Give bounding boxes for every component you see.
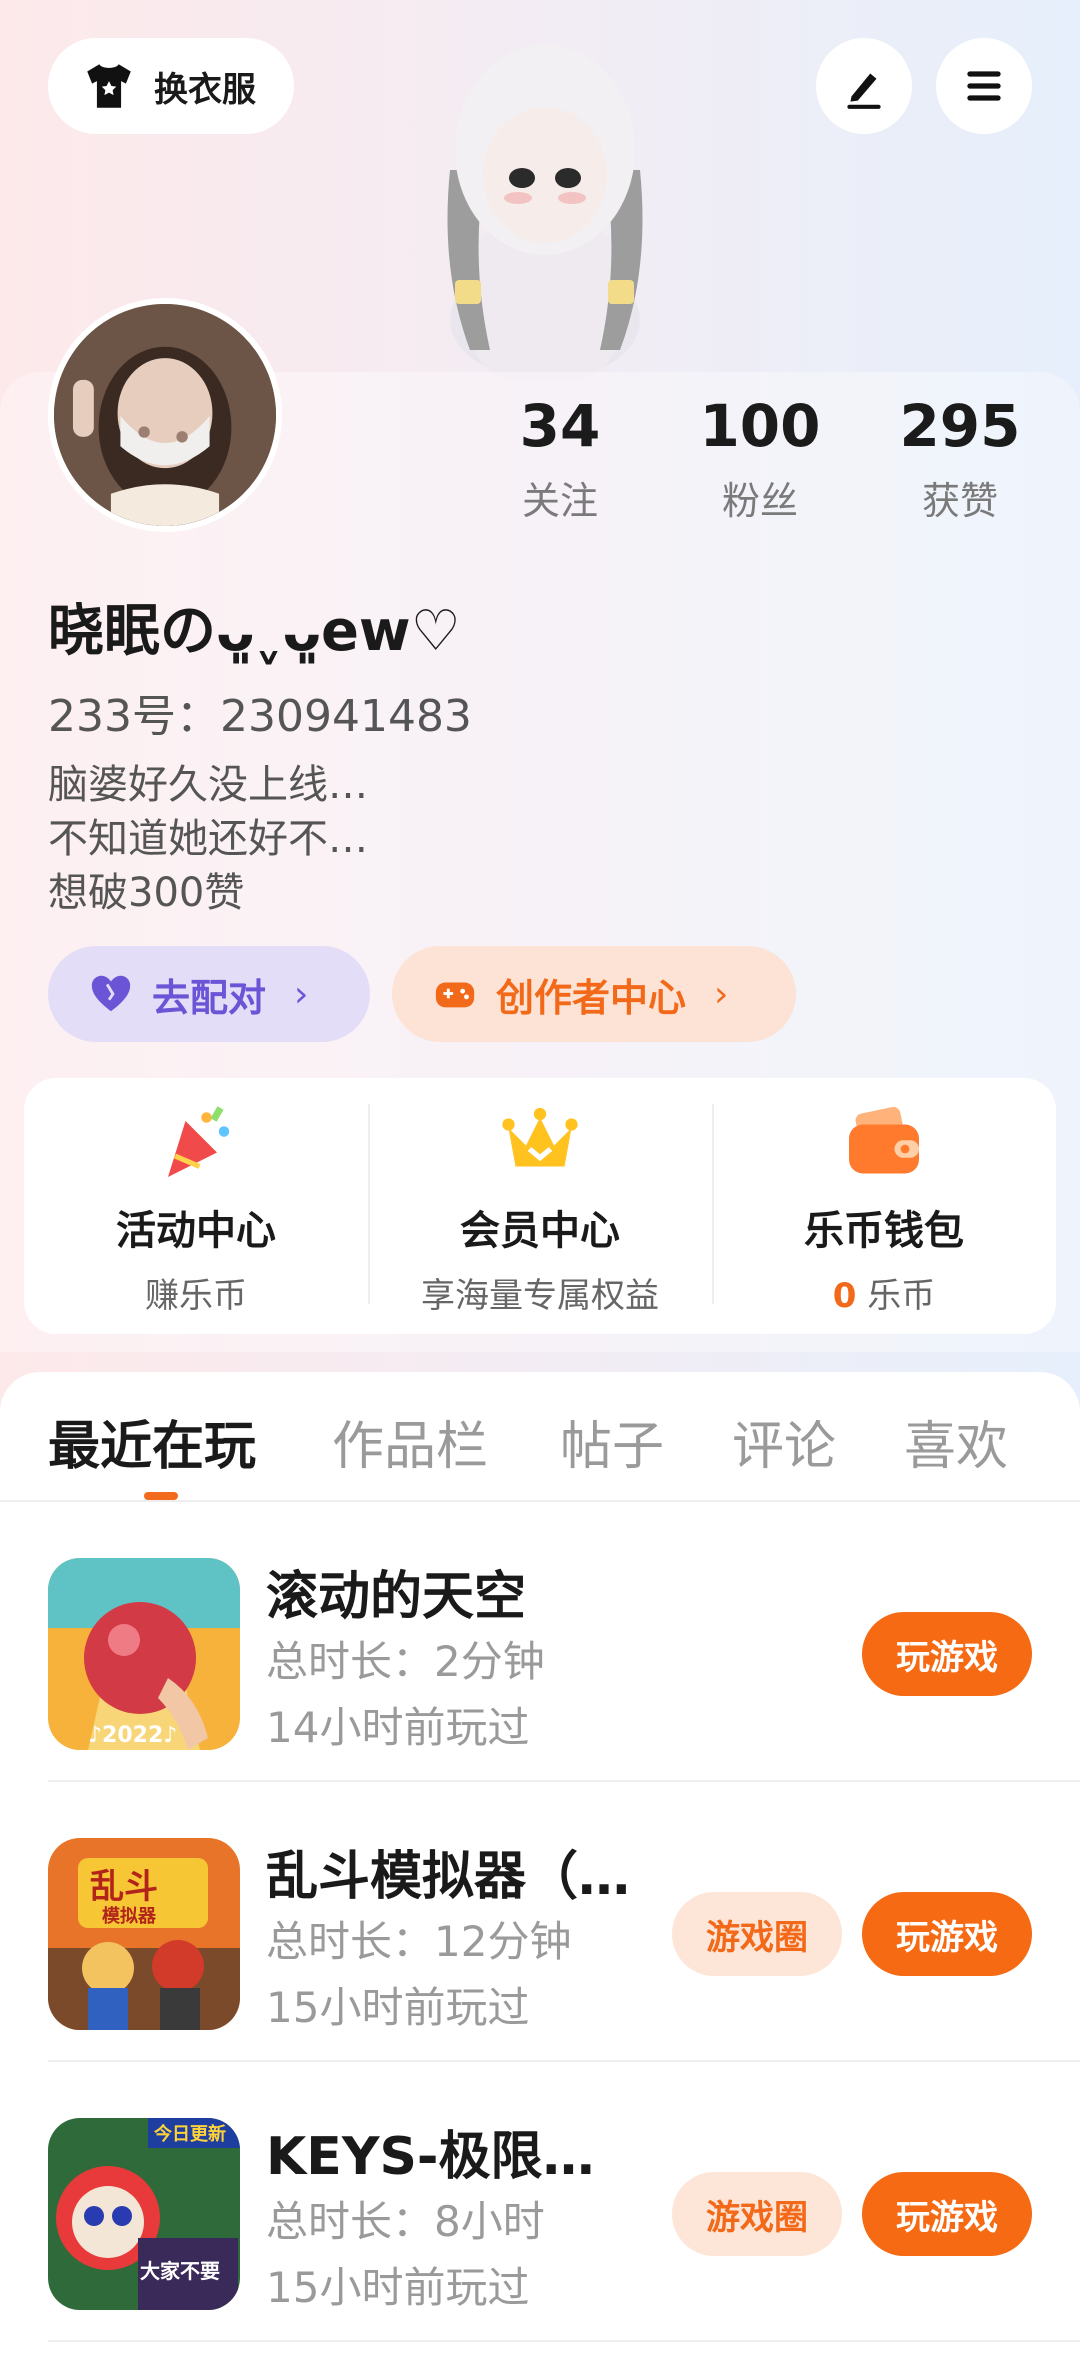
stat-value: 295	[899, 392, 1021, 460]
service-title: 会员中心	[460, 1208, 620, 1254]
service-subtitle: 享海量专属权益	[421, 1276, 659, 1316]
tab-bar: 最近在玩 作品栏 帖子 评论 喜欢	[0, 1372, 1080, 1502]
tab-works[interactable]: 作品栏	[332, 1404, 488, 1479]
tab-recent[interactable]: 最近在玩	[48, 1404, 256, 1479]
content-panel: 最近在玩 作品栏 帖子 评论 喜欢 ♪2022♪ 滚动的天空 总时长：2分钟 1…	[0, 1372, 1080, 2361]
chevron-right-icon: ›	[714, 973, 729, 1015]
avatar-photo	[54, 304, 276, 526]
avatar-figure[interactable]	[410, 20, 680, 380]
stat-value: 100	[699, 392, 821, 460]
services-card: 活动中心 赚乐币 会员中心 享海量专属权益 乐币钱包 0 乐币	[24, 1078, 1056, 1334]
coin-unit: 乐币	[856, 1276, 936, 1316]
crown-icon	[502, 1107, 578, 1167]
profile-stats: 34 关注 100 粉丝 295 获赞	[460, 392, 1060, 525]
gamepad-icon	[435, 982, 475, 1008]
game-last-played: 15小时前玩过	[266, 2263, 530, 2312]
svg-text:大家不要: 大家不要	[140, 2259, 220, 2283]
change-outfit-label: 换衣服	[154, 69, 256, 110]
tab-comments[interactable]: 评论	[732, 1404, 836, 1479]
list-item[interactable]: 乱斗 模拟器 乱斗模拟器（… 总时长：12分钟 15小时前玩过 游戏圈 玩游戏	[0, 1782, 1080, 2062]
game-total-time: 总时长：12分钟	[266, 1917, 572, 1966]
game-name: KEYS-极限…	[266, 2127, 595, 2187]
hamburger-menu-icon	[967, 71, 1001, 101]
coin-wallet[interactable]: 乐币钱包 0 乐币	[712, 1078, 1056, 1334]
stat-label: 粉丝	[721, 479, 798, 523]
bio-line: 想破300赞	[48, 870, 245, 916]
pen-icon	[847, 73, 881, 109]
party-popper-icon	[168, 1106, 230, 1177]
nickname: 晓眠のᴗ͈ˬᴗ͈ew♡	[48, 599, 461, 664]
bio: 脑婆好久没上线… 不知道她还好不… 想破300赞	[48, 758, 368, 920]
match-label: 去配对	[152, 975, 267, 1020]
play-game-button[interactable]: 玩游戏	[862, 2172, 1032, 2256]
stat-likes[interactable]: 295 获赞	[860, 392, 1060, 525]
match-button[interactable]: 去配对 ›	[48, 946, 370, 1042]
tab-posts[interactable]: 帖子	[560, 1404, 664, 1479]
member-center[interactable]: 会员中心 享海量专属权益	[368, 1078, 712, 1334]
heart-icon	[91, 975, 131, 1012]
chevron-right-icon: ›	[294, 973, 309, 1015]
active-tab-indicator	[144, 1492, 178, 1500]
stat-label: 关注	[521, 479, 598, 523]
play-game-button[interactable]: 玩游戏	[862, 1612, 1032, 1696]
game-icon: ♪2022♪	[48, 1558, 240, 1750]
divider	[48, 2340, 1080, 2342]
creator-center-button[interactable]: 创作者中心 ›	[392, 946, 796, 1042]
game-name: 滚动的天空	[266, 1567, 527, 1627]
svg-text:乱斗: 乱斗	[90, 1867, 158, 1907]
stat-value: 34	[519, 392, 601, 460]
svg-text:今日更新: 今日更新	[154, 2123, 226, 2145]
game-icon: 乱斗 模拟器	[48, 1838, 240, 2030]
user-id[interactable]: 233号：230941483	[48, 680, 472, 744]
game-total-time: 总时长：8小时	[266, 2197, 545, 2246]
game-circle-button[interactable]: 游戏圈	[672, 1892, 842, 1976]
coin-balance: 0	[832, 1276, 857, 1316]
wallet-icon	[849, 1106, 919, 1174]
game-total-time: 总时长：2分钟	[266, 1637, 545, 1686]
svg-text:模拟器: 模拟器	[102, 1905, 157, 1927]
list-item[interactable]: ♪2022♪ 滚动的天空 总时长：2分钟 14小时前玩过 玩游戏	[0, 1502, 1080, 1782]
bio-line: 不知道她还好不…	[48, 816, 368, 862]
game-name: 乱斗模拟器（…	[266, 1847, 631, 1907]
bio-line: 脑婆好久没上线…	[48, 762, 368, 808]
game-circle-button[interactable]: 游戏圈	[672, 2172, 842, 2256]
edit-profile-button[interactable]	[816, 38, 912, 134]
service-subtitle: 0 乐币	[833, 1268, 935, 1317]
tab-likes[interactable]: 喜欢	[904, 1404, 1008, 1479]
service-title: 活动中心	[116, 1208, 276, 1254]
list-item[interactable]: 今日更新 大家不要 KEYS-极限… 总时长：8小时 15小时前玩过 游戏圈 玩…	[0, 2062, 1080, 2342]
stat-following[interactable]: 34 关注	[460, 392, 660, 525]
change-outfit-button[interactable]: 换衣服	[48, 38, 294, 134]
avatar[interactable]	[48, 298, 282, 532]
service-title: 乐币钱包	[804, 1208, 964, 1254]
game-last-played: 14小时前玩过	[266, 1703, 530, 1752]
play-game-button[interactable]: 玩游戏	[862, 1892, 1032, 1976]
stat-followers[interactable]: 100 粉丝	[660, 392, 860, 525]
menu-button[interactable]	[936, 38, 1032, 134]
creator-center-label: 创作者中心	[496, 975, 687, 1020]
game-last-played: 15小时前玩过	[266, 1983, 530, 2032]
tshirt-icon	[87, 64, 131, 108]
game-icon: 今日更新 大家不要	[48, 2118, 240, 2310]
service-subtitle: 赚乐币	[145, 1276, 247, 1316]
activity-center[interactable]: 活动中心 赚乐币	[24, 1078, 368, 1334]
svg-text:♪2022♪: ♪2022♪	[88, 1723, 177, 1748]
stat-label: 获赞	[921, 479, 998, 523]
